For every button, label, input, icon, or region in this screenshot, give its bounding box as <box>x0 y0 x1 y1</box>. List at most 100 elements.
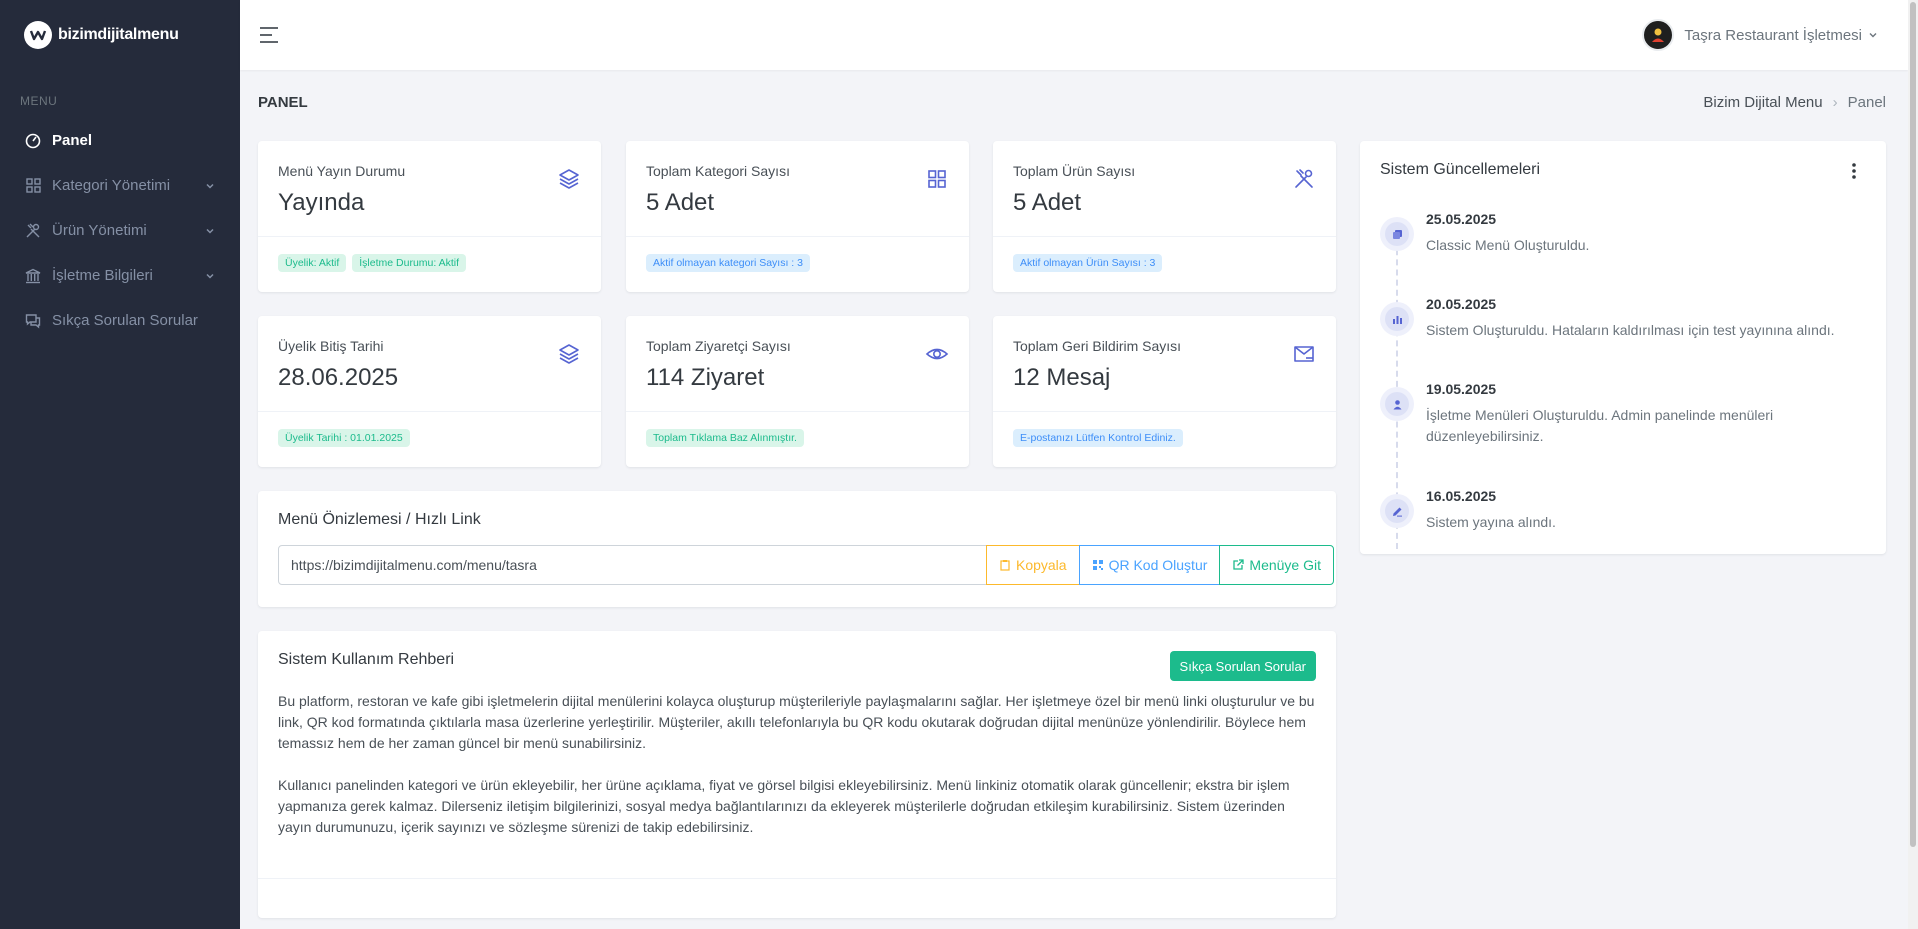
status-badge: İşletme Durumu: Aktif <box>352 254 467 272</box>
layers-icon <box>559 169 579 189</box>
breadcrumb-current: Panel <box>1847 94 1886 111</box>
copy-button-label: Kopyala <box>1015 557 1067 573</box>
timeline-text: Classic Menü Oluşturuldu. <box>1426 237 1590 253</box>
utensils-icon <box>1295 169 1313 188</box>
chevron-down-icon <box>1869 33 1877 38</box>
sidebar-item-label: Kategori Yönetimi <box>52 177 171 194</box>
stat-value: 5 Adet <box>646 189 715 216</box>
sidebar-item-isletme[interactable]: İşletme Bilgileri <box>0 253 240 298</box>
stat-label: Toplam Ürün Sayısı <box>1013 163 1136 179</box>
card-footer-divider <box>258 878 1336 879</box>
sidebar: bizimdijitalmenu MENU Panel Kategori Yön… <box>0 0 240 929</box>
brand-name: bizimdijitalmenu <box>58 26 179 43</box>
clipboard-icon <box>1000 560 1010 571</box>
grid-icon <box>928 170 946 188</box>
more-vertical-icon[interactable] <box>1846 161 1862 181</box>
page-scrollbar[interactable] <box>1908 0 1918 929</box>
menu-toggle-icon[interactable] <box>258 24 280 46</box>
guide-paragraph: Kullanıcı panelinden kategori ve ürün ek… <box>278 777 1290 835</box>
grid-icon <box>24 177 42 195</box>
stat-value: 114 Ziyaret <box>646 364 765 391</box>
timeline-text: Sistem yayına alındı. <box>1426 514 1556 530</box>
sidebar-item-kategori[interactable]: Kategori Yönetimi <box>0 163 240 208</box>
usage-guide-body: Bu platform, restoran ve kafe gibi işlet… <box>278 691 1316 838</box>
status-badge: Üyelik Tarihi : 01.01.2025 <box>278 429 410 447</box>
quick-link-group: Kopyala QR Kod Oluştur Menüye Git <box>278 545 1334 585</box>
sidebar-item-panel[interactable]: Panel <box>0 118 240 163</box>
user-icon <box>1385 392 1409 416</box>
stat-label: Toplam Ziyaretçi Sayısı <box>646 338 791 354</box>
bar-chart-icon <box>1385 307 1409 331</box>
timeline-date: 19.05.2025 <box>1426 381 1497 397</box>
page-title: PANEL <box>258 94 308 111</box>
timeline-date: 25.05.2025 <box>1426 211 1497 227</box>
info-badge: Aktif olmayan Ürün Sayısı : 3 <box>1013 254 1163 272</box>
topbar: Taşra Restaurant İşletmesi <box>240 0 1908 70</box>
qr-code-button-label: QR Kod Oluştur <box>1108 557 1208 573</box>
chevron-down-icon <box>206 183 214 189</box>
copy-icon <box>1385 222 1409 246</box>
system-updates-card: Sistem Güncellemeleri 25.05.2025 Classic… <box>1360 141 1886 554</box>
sidebar-item-sss[interactable]: Sıkça Sorulan Sorular <box>0 298 240 343</box>
stat-card-product-count: Toplam Ürün Sayısı 5 Adet Aktif olmayan … <box>993 141 1336 292</box>
menu-url-input[interactable] <box>278 545 987 585</box>
avatar <box>1642 19 1675 51</box>
system-updates-title: Sistem Güncellemeleri <box>1380 161 1541 178</box>
copy-button[interactable]: Kopyala <box>985 545 1080 585</box>
stat-card-category-count: Toplam Kategori Sayısı 5 Adet Aktif olma… <box>626 141 969 292</box>
faq-button[interactable]: Sıkça Sorulan Sorular <box>1169 651 1316 681</box>
eye-icon <box>925 348 949 360</box>
stat-value: 5 Adet <box>1013 189 1082 216</box>
breadcrumb-link-home[interactable]: Bizim Dijital Menu <box>1703 94 1822 111</box>
chevron-down-icon <box>206 273 214 279</box>
stat-value: Yayında <box>278 189 365 216</box>
stat-label: Menü Yayın Durumu <box>278 163 406 179</box>
stat-value: 12 Mesaj <box>1013 364 1111 391</box>
quick-link-card: Menü Önizlemesi / Hızlı Link Kopyala QR … <box>258 491 1336 607</box>
info-badge: Aktif olmayan kategori Sayısı : 3 <box>646 254 810 272</box>
stat-card-menu-status: Menü Yayın Durumu Yayında Üyelik: Aktif … <box>258 141 601 292</box>
chevron-down-icon <box>206 228 214 234</box>
timeline-date: 16.05.2025 <box>1426 488 1497 504</box>
qr-code-button[interactable]: QR Kod Oluştur <box>1078 545 1221 585</box>
dashboard-icon <box>24 132 42 150</box>
building-icon <box>24 267 42 285</box>
info-badge: E-postanızı Lütfen Kontrol Ediniz. <box>1013 429 1183 447</box>
mail-send-icon <box>1294 346 1314 362</box>
sidebar-item-label: Sıkça Sorulan Sorular <box>52 312 198 329</box>
stat-label: Toplam Kategori Sayısı <box>646 163 790 179</box>
scrollbar-thumb[interactable] <box>1910 2 1916 847</box>
edit-icon <box>1385 499 1409 523</box>
go-to-menu-button[interactable]: Menüye Git <box>1219 545 1334 585</box>
timeline-date: 20.05.2025 <box>1426 296 1497 312</box>
user-dropdown[interactable]: Taşra Restaurant İşletmesi <box>1642 19 1878 51</box>
layers-icon <box>559 344 579 364</box>
quick-link-title: Menü Önizlemesi / Hızlı Link <box>278 511 481 528</box>
menu-section-title: MENU <box>20 94 58 108</box>
user-name: Taşra Restaurant İşletmesi <box>1684 26 1862 44</box>
go-to-menu-button-label: Menüye Git <box>1249 557 1321 573</box>
usage-guide-card: Sistem Kullanım Rehberi Sıkça Sorulan So… <box>258 631 1336 918</box>
brand-logo[interactable]: bizimdijitalmenu <box>0 0 240 70</box>
utensils-icon <box>24 222 42 240</box>
status-badge: Toplam Tıklama Baz Alınmıştır. <box>646 429 804 447</box>
sidebar-item-label: Ürün Yönetimi <box>52 222 147 239</box>
logo-icon <box>24 21 52 49</box>
stat-card-visitors: Toplam Ziyaretçi Sayısı 114 Ziyaret Topl… <box>626 316 969 467</box>
timeline-text: İşletme Menüleri Oluşturuldu. Admin pane… <box>1426 407 1774 444</box>
status-badge: Üyelik: Aktif <box>278 254 347 272</box>
sidebar-item-label: Panel <box>52 132 93 149</box>
stat-card-membership-end: Üyelik Bitiş Tarihi 28.06.2025 Üyelik Ta… <box>258 316 601 467</box>
breadcrumb: Bizim Dijital Menu › Panel <box>1703 94 1886 111</box>
chat-icon <box>24 312 42 330</box>
stat-label: Üyelik Bitiş Tarihi <box>278 338 384 354</box>
stat-label: Toplam Geri Bildirim Sayısı <box>1013 338 1182 354</box>
stat-value: 28.06.2025 <box>278 364 399 391</box>
usage-guide-title: Sistem Kullanım Rehberi <box>278 651 455 668</box>
external-link-icon <box>1233 559 1245 570</box>
breadcrumb-separator-icon: › <box>1832 94 1838 111</box>
timeline-text: Sistem Oluşturuldu. Hataların kaldırılma… <box>1426 322 1835 338</box>
sidebar-item-urun[interactable]: Ürün Yönetimi <box>0 208 240 253</box>
guide-paragraph: Bu platform, restoran ve kafe gibi işlet… <box>278 693 1315 751</box>
stat-card-feedback: Toplam Geri Bildirim Sayısı 12 Mesaj E-p… <box>993 316 1336 467</box>
